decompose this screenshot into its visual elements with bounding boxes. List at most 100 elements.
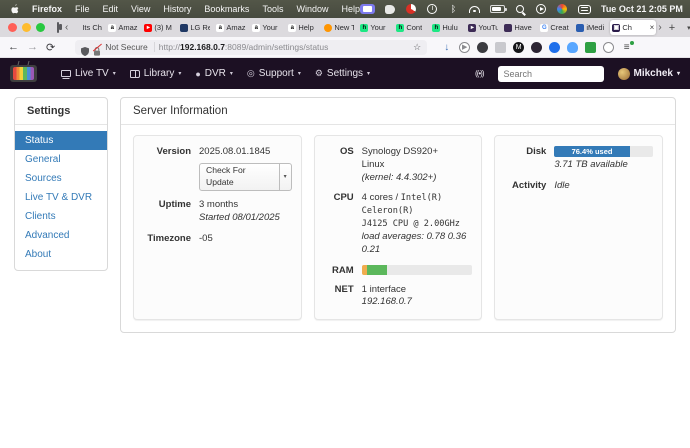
sidebar-item-about[interactable]: About	[15, 245, 107, 264]
browser-tab[interactable]: hCont	[394, 20, 428, 35]
ghostery-icon[interactable]	[603, 42, 614, 53]
new-tab-button[interactable]: +	[664, 22, 680, 34]
update-options-caret-icon[interactable]: ▾	[279, 164, 291, 190]
green-extension-icon[interactable]	[585, 42, 596, 53]
menu-help[interactable]: Help	[341, 4, 360, 14]
blue-extension-icon[interactable]	[549, 42, 560, 53]
cloud-extension-icon[interactable]	[567, 42, 578, 53]
purple-extension-icon[interactable]	[531, 42, 542, 53]
version-value: 2025.08.01.1845 Check For Update ▾	[199, 146, 292, 191]
one-password-icon[interactable]	[406, 4, 417, 15]
hulu-favicon: h	[432, 24, 440, 32]
browser-tab[interactable]: aYour	[250, 20, 284, 35]
activity-value: Idle	[554, 180, 653, 193]
bookmark-star-icon[interactable]: ☆	[413, 42, 421, 53]
channels-logo-icon[interactable]	[10, 65, 37, 82]
nav-support[interactable]: ◎Support▾	[247, 68, 301, 79]
display-icon	[61, 70, 71, 77]
activity-label: Activity	[504, 180, 546, 191]
grey-extension-icon[interactable]	[495, 42, 506, 53]
screen-sharing-icon[interactable]	[360, 4, 375, 15]
browser-tab[interactable]: ▸YouTu	[466, 20, 500, 35]
browser-tab[interactable]: LG Re	[178, 20, 212, 35]
menu-bar-clock[interactable]: Tue Oct 21 2:05 PM	[601, 4, 683, 14]
search-input[interactable]	[498, 66, 604, 82]
menu-tools[interactable]: Tools	[262, 4, 283, 14]
wifi-icon[interactable]	[469, 4, 480, 15]
gear-icon: ⚙	[315, 68, 323, 79]
close-window-button[interactable]	[8, 23, 17, 32]
scroll-tabs-left-icon[interactable]: ‹	[65, 22, 68, 33]
m-extension-icon[interactable]: M	[513, 42, 524, 53]
nav-settings[interactable]: ⚙Settings▾	[315, 68, 370, 79]
menu-history[interactable]: History	[163, 4, 191, 14]
back-button[interactable]: ←	[8, 41, 19, 53]
nav-live-tv[interactable]: Live TV▾	[61, 68, 116, 79]
disk-label: Disk	[504, 146, 546, 157]
net-value: 1 interface192.168.0.7	[362, 284, 473, 310]
browser-tab[interactable]: Have	[502, 20, 536, 35]
sidebar-item-advanced[interactable]: Advanced	[15, 226, 107, 245]
menu-firefox[interactable]: Firefox	[32, 4, 62, 14]
browser-tab[interactable]: hYour	[358, 20, 392, 35]
channels-navbar: Live TV▾ Library▾ ●DVR▾ ◎Support▾ ⚙Setti…	[0, 58, 690, 89]
browser-tab-active[interactable]: ▣Ch×	[610, 20, 656, 35]
browser-tab[interactable]: GCreat	[538, 20, 572, 35]
insecure-lock-icon[interactable]	[93, 43, 101, 52]
youtube-tv-favicon: ▸	[468, 24, 476, 32]
browser-tab[interactable]: iMedi	[574, 20, 608, 35]
menu-window[interactable]: Window	[296, 4, 328, 14]
battery-icon[interactable]	[490, 4, 505, 15]
timezone-label: Timezone	[143, 233, 191, 244]
cpu-label: CPU	[324, 192, 354, 203]
control-center-icon[interactable]	[578, 4, 591, 15]
browser-tab[interactable]: Its Ch	[70, 20, 104, 35]
menu-edit[interactable]: Edit	[103, 4, 119, 14]
menu-view[interactable]: View	[131, 4, 150, 14]
sidebar-item-clients[interactable]: Clients	[15, 207, 107, 226]
browser-tab[interactable]: New T	[322, 20, 356, 35]
bluetooth-icon[interactable]: ᛒ	[448, 4, 459, 15]
browser-tab[interactable]: aHelp	[286, 20, 320, 35]
video-extension-icon[interactable]: ▶	[459, 42, 470, 53]
tracking-shield-icon[interactable]	[81, 43, 89, 52]
browser-tab[interactable]: ▸(3) M	[142, 20, 176, 35]
user-menu[interactable]: Mikchek▾	[618, 68, 680, 80]
nav-library[interactable]: Library▾	[130, 68, 182, 79]
amazon-favicon: a	[252, 24, 260, 32]
minimize-window-button[interactable]	[22, 23, 31, 32]
security-status-label: Not Secure	[105, 42, 155, 52]
sidebar-item-live-tv-dvr[interactable]: Live TV & DVR	[15, 188, 107, 207]
zoom-window-button[interactable]	[36, 23, 45, 32]
lg-favicon	[180, 24, 188, 32]
broadcast-icon[interactable]: ((•))	[475, 69, 483, 78]
check-for-update-button[interactable]: Check For Update ▾	[199, 163, 292, 191]
dark-extension-icon[interactable]	[477, 42, 488, 53]
menu-file[interactable]: File	[75, 4, 90, 14]
reload-button[interactable]: ⟳	[46, 41, 55, 54]
cpu-value: 4 cores / Intel(R) Celeron(R)J4125 CPU @…	[362, 192, 473, 256]
apple-logo-icon[interactable]	[10, 4, 19, 14]
scroll-tabs-right-icon[interactable]: ›	[658, 22, 661, 33]
address-bar[interactable]: Not Secure http://192.168.0.7:8089/admin…	[75, 40, 427, 55]
sidebar-item-sources[interactable]: Sources	[15, 169, 107, 188]
app-menu-icon[interactable]: ≡	[621, 42, 632, 53]
uptime-label: Uptime	[143, 199, 191, 210]
sidebar-item-status[interactable]: Status	[15, 131, 107, 150]
browser-status-icon[interactable]	[557, 4, 568, 15]
browser-tab[interactable]: hHulu	[430, 20, 464, 35]
sidebar-item-general[interactable]: General	[15, 150, 107, 169]
browser-tab[interactable]: aAmaz	[214, 20, 248, 35]
downloads-icon[interactable]: ↓	[441, 42, 452, 53]
close-tab-icon[interactable]: ×	[650, 24, 655, 32]
list-all-tabs-icon[interactable]: ▾	[682, 24, 690, 32]
play-status-icon[interactable]	[536, 4, 547, 15]
menu-bookmarks[interactable]: Bookmarks	[204, 4, 249, 14]
forward-button[interactable]: →	[27, 41, 38, 53]
firefox-view-icon[interactable]	[57, 22, 59, 33]
shape-status-icon[interactable]	[385, 4, 396, 15]
spotlight-search-icon[interactable]	[515, 4, 526, 15]
browser-tab[interactable]: aAmaz	[106, 20, 140, 35]
info-status-icon[interactable]: i	[427, 4, 438, 15]
nav-dvr[interactable]: ●DVR▾	[195, 68, 233, 79]
